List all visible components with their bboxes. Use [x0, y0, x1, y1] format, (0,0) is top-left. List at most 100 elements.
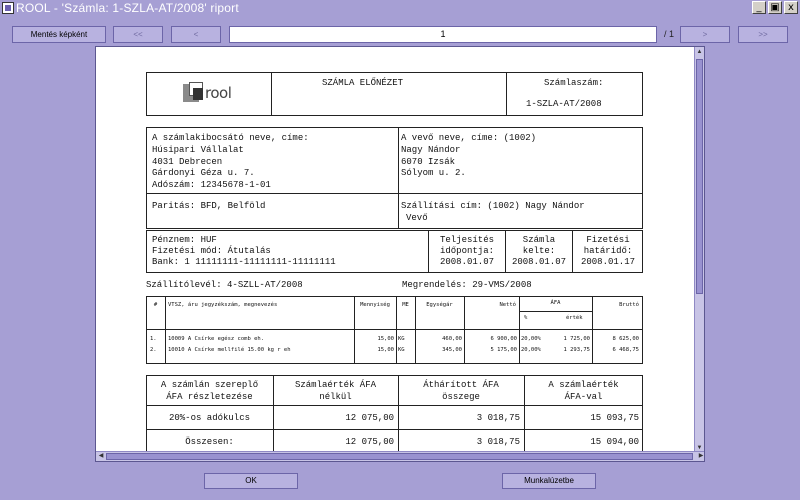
- col-header-no: #: [153, 302, 158, 308]
- row-net: 6 900,00: [490, 336, 518, 342]
- buyer-label: A vevő neve, címe: (1002): [401, 133, 537, 143]
- vat-header-3a: Áthárított ÁFA: [423, 380, 499, 390]
- fulfilment-date: 2008.01.07: [439, 257, 494, 267]
- row-gross: 6 468,75: [612, 347, 640, 353]
- vat-header-4b: ÁFA-val: [564, 392, 603, 402]
- delivery-note: Szállítólevél: 4-SZLL-AT/2008: [146, 280, 303, 290]
- col-header-gross: Bruttó: [619, 302, 639, 308]
- page-number-field[interactable]: 1: [229, 26, 657, 43]
- row-unit: KG: [398, 347, 405, 353]
- vat-row-gross: 15 093,75: [590, 413, 639, 423]
- scroll-up-arrow-icon[interactable]: ▲: [695, 47, 704, 57]
- scroll-left-arrow-icon[interactable]: ◀: [96, 452, 106, 461]
- row-qty: 15,00: [377, 347, 394, 353]
- row-vat-pct: 20,00%: [521, 336, 541, 342]
- due-date-label: Fizetési: [586, 235, 630, 245]
- issue-date-label-2: kelte:: [522, 246, 556, 256]
- window-title: ROOL - 'Számla: 1-SZLA-AT/2008' riport: [16, 1, 239, 15]
- prev-page-button[interactable]: <: [171, 26, 221, 43]
- row-unit-price: 345,00: [442, 347, 462, 353]
- invoice-number-value: 1-SZLA-AT/2008: [526, 99, 602, 109]
- save-as-image-button[interactable]: Mentés képként: [12, 26, 106, 43]
- vat-header-1b: ÁFA részletezése: [166, 392, 253, 402]
- issue-date: 2008.01.07: [511, 257, 566, 267]
- issuer-label: A számlakibocsátó neve, címe:: [152, 133, 309, 143]
- invoice-number-label: Számlaszám:: [544, 78, 604, 88]
- vat-header-3b: összege: [442, 392, 480, 402]
- row-vat-pct: 20,00%: [521, 347, 541, 353]
- issuer-tax: Adószám: 12345678-1-01: [152, 180, 271, 190]
- vat-header-1a: A számlán szereplő: [160, 380, 259, 390]
- last-page-button[interactable]: >>: [738, 26, 788, 43]
- row-unit-price: 460,00: [442, 336, 462, 342]
- scroll-right-arrow-icon[interactable]: ▶: [696, 452, 704, 461]
- col-header-unit: ME: [402, 302, 409, 308]
- row-qty: 15,00: [377, 336, 394, 342]
- buyer-street: Sólyom u. 2.: [401, 168, 466, 178]
- vat-row-label: 20%-os adókulcs: [168, 413, 250, 423]
- vat-header-4a: A számlaérték: [548, 380, 619, 390]
- col-header-vat-value: érték: [566, 315, 583, 321]
- vat-row-vat: 3 018,75: [476, 413, 520, 423]
- first-page-button[interactable]: <<: [113, 26, 163, 43]
- vertical-scrollbar[interactable]: ▲ ▼: [694, 47, 704, 453]
- buyer-name: Nagy Nándor: [401, 145, 461, 155]
- title-bar: ROOL - 'Számla: 1-SZLA-AT/2008' riport _…: [0, 0, 800, 16]
- close-button[interactable]: x: [784, 1, 798, 14]
- ok-button[interactable]: OK: [204, 473, 298, 489]
- fulfilment-label-2: időpontja:: [439, 246, 494, 256]
- row-vat-value: 1 725,00: [563, 336, 591, 342]
- issuer-city: 4031 Debrecen: [152, 157, 223, 167]
- shipping-address: Szállítási cím: (1002) Nagy Nándor: [401, 201, 585, 211]
- logo-text: rool: [205, 84, 232, 102]
- app-icon: [2, 2, 14, 14]
- row-net: 5 175,00: [490, 347, 518, 353]
- row-vat-value: 1 293,75: [563, 347, 591, 353]
- fulfilment-label: Teljesítés: [439, 235, 494, 245]
- vat-row-gross: 15 094,00: [590, 437, 639, 447]
- currency: Pénznem: HUF: [152, 235, 217, 245]
- row-no: 1.: [150, 336, 157, 342]
- rool-logo: rool: [183, 82, 263, 110]
- col-header-vat: ÁFA: [550, 300, 561, 306]
- horizontal-scroll-thumb[interactable]: [106, 453, 693, 460]
- page-total: / 1: [664, 29, 675, 39]
- report-toolbar: Mentés képként << < 1 / 1 > >>: [0, 26, 800, 44]
- parity: Paritás: BFD, Belföld: [152, 201, 266, 211]
- dialog-buttons: OK Munkalúzetbe: [0, 473, 800, 491]
- preview-title: SZÁMLA ELŐNÉZET: [322, 78, 404, 88]
- col-header-net: Nettó: [499, 302, 516, 308]
- window-controls: _ ▣ x: [752, 1, 798, 14]
- vat-row-net: 12 075,00: [345, 413, 394, 423]
- row-desc: 10009 A Csírke egész comb eh.: [168, 336, 265, 342]
- issue-date-label: Számla: [522, 235, 556, 245]
- payment-mode: Fizetési mód: Átutalás: [152, 246, 271, 256]
- col-header-vat-pct: %: [524, 315, 528, 321]
- vat-header-2a: Számlaérték ÁFA: [294, 380, 376, 390]
- workorder-button[interactable]: Munkalúzetbe: [502, 473, 596, 489]
- maximize-button[interactable]: ▣: [768, 1, 782, 14]
- due-date: 2008.01.17: [580, 257, 635, 267]
- vat-row-label: Összesen:: [185, 437, 234, 447]
- col-header-unit-price: Egységár: [426, 302, 453, 308]
- order-reference: Megrendelés: 29-VMS/2008: [402, 280, 532, 290]
- invoice-document: rool SZÁMLA ELŐNÉZET Számlaszám: 1-SZLA-…: [96, 47, 694, 453]
- minimize-button[interactable]: _: [752, 1, 766, 14]
- due-date-label-2: határidő:: [583, 246, 633, 256]
- col-header-qty: Mennyiség: [360, 302, 390, 308]
- next-page-button[interactable]: >: [680, 26, 730, 43]
- vat-row-vat: 3 018,75: [476, 437, 520, 447]
- shipping-address-line2: Vevő: [406, 213, 428, 223]
- vertical-scroll-thumb[interactable]: [696, 59, 703, 294]
- buyer-city: 6070 Izsák: [401, 157, 456, 167]
- row-no: 2.: [150, 347, 157, 353]
- row-unit: KG: [398, 336, 405, 342]
- col-header-desc: VTSZ, áru jegyzékszám, megnevezés: [168, 302, 278, 308]
- horizontal-scrollbar[interactable]: ◀ ▶: [96, 451, 704, 461]
- issuer-name: Húsipari Vállalat: [152, 145, 244, 155]
- report-viewer[interactable]: rool SZÁMLA ELŐNÉZET Számlaszám: 1-SZLA-…: [95, 46, 705, 462]
- issuer-street: Gárdonyi Géza u. 7.: [152, 168, 255, 178]
- row-gross: 8 625,00: [612, 336, 640, 342]
- bank-account: Bank: 1 11111111-11111111-11111111: [152, 257, 336, 267]
- vat-row-net: 12 075,00: [345, 437, 394, 447]
